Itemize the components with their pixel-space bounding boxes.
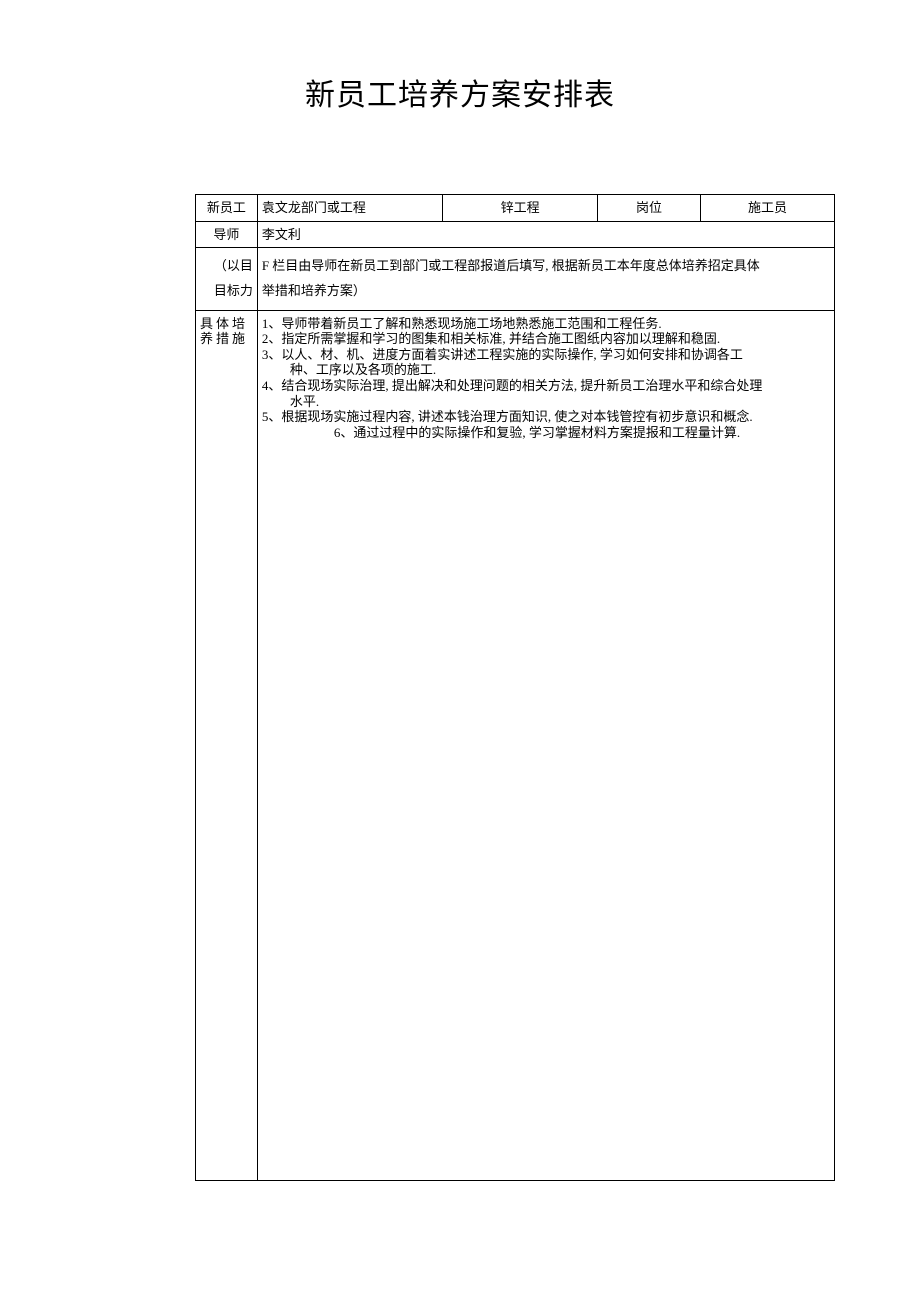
note-line-1: F 栏目由导师在新员工到部门或工程部报道后填写, 根据新员工本年度总体培养招定具… bbox=[262, 258, 760, 273]
measure-item-3-cont: 种、工序以及各项的施工. bbox=[262, 362, 830, 378]
note-row: （以目 目标力 F 栏目由导师在新员工到部门或工程部报道后填写, 根据新员工本年… bbox=[196, 248, 835, 310]
measure-item-4: 4、结合现场实际治理, 提出解决和处理问题的相关方法, 提升新员工治理水平和综合… bbox=[262, 378, 830, 394]
measure-item-2: 2、指定所需掌握和学习的图集和相关标准, 并结合施工图纸内容加以理解和稳固. bbox=[262, 331, 830, 347]
measure-item-6: 6、通过过程中的实际操作和复验, 学习掌握材料方案提报和工程量计算. bbox=[262, 425, 830, 441]
document-page: 新员工培养方案安排表 新员工 袁文龙部门或工程 锌工程 岗位 施工员 导师 李文… bbox=[0, 0, 920, 1231]
info-row-1: 新员工 袁文龙部门或工程 锌工程 岗位 施工员 bbox=[196, 195, 835, 222]
measure-item-3: 3、以人、材、机、进度方面着实讲述工程实施的实际操作, 学习如何安排和协调各工 bbox=[262, 347, 830, 363]
measure-item-5: 5、根据现场实施过程内容, 讲述本钱治理方面知识, 使之对本钱管控有初步意识和概… bbox=[262, 409, 830, 425]
measures-row: 具体培养措施 1、导师带着新员工了解和熟悉现场施工场地熟悉施工范围和工程任务. … bbox=[196, 310, 835, 1180]
position-label: 岗位 bbox=[597, 195, 700, 222]
measure-item-4-cont: 水平. bbox=[262, 394, 830, 410]
employee-name-dept: 袁文龙部门或工程 bbox=[257, 195, 443, 222]
info-row-2: 导师 李文利 bbox=[196, 221, 835, 248]
document-title: 新员工培养方案安排表 bbox=[100, 70, 820, 114]
position-value: 施工员 bbox=[701, 195, 835, 222]
measures-content: 1、导师带着新员工了解和熟悉现场施工场地熟悉施工范围和工程任务. 2、指定所需掌… bbox=[257, 310, 834, 1180]
note-goal: 目标力 bbox=[214, 283, 253, 298]
mentor-label: 导师 bbox=[196, 221, 258, 248]
project-value: 锌工程 bbox=[443, 195, 598, 222]
training-table: 新员工 袁文龙部门或工程 锌工程 岗位 施工员 导师 李文利 （以目 目标力 F… bbox=[195, 194, 835, 1181]
measures-label: 具体培养措施 bbox=[196, 310, 258, 1180]
mentor-value: 李文利 bbox=[257, 221, 834, 248]
new-employee-label: 新员工 bbox=[196, 195, 258, 222]
note-right-cell: F 栏目由导师在新员工到部门或工程部报道后填写, 根据新员工本年度总体培养招定具… bbox=[257, 248, 834, 310]
note-left-cell: （以目 目标力 bbox=[196, 248, 258, 310]
note-line-2: 举措和培养方案） bbox=[262, 283, 366, 298]
measure-item-1: 1、导师带着新员工了解和熟悉现场施工场地熟悉施工范围和工程任务. bbox=[262, 316, 830, 332]
note-prefix: （以目 bbox=[214, 258, 253, 273]
